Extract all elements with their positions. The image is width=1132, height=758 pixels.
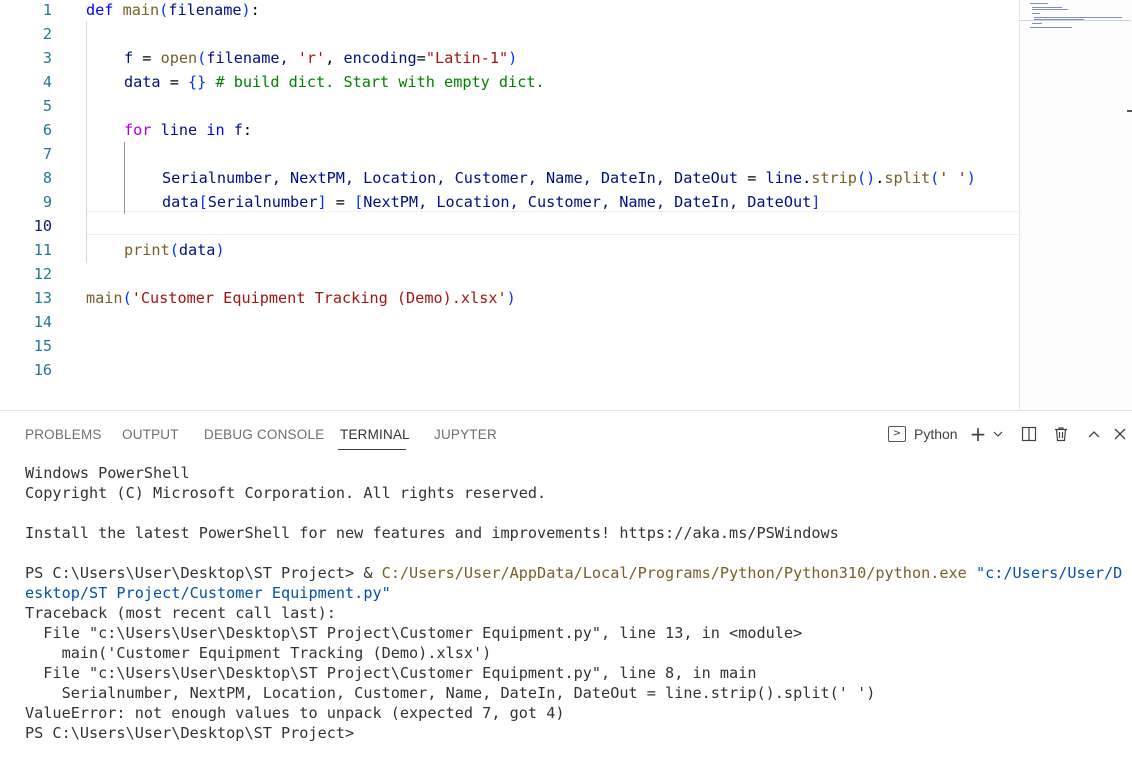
line-number: 14 (33, 313, 52, 331)
terminal-command-line: PS C:\Users\User\Desktop\ST Project> & C… (25, 564, 1123, 602)
line-number: 16 (33, 361, 52, 379)
terminal-output[interactable]: Windows PowerShell Copyright (C) Microso… (25, 463, 1130, 743)
line-number: 6 (42, 121, 52, 139)
code-line-1: def main(filename): (86, 1, 260, 19)
tab-problems[interactable]: PROBLEMS (25, 427, 102, 442)
tab-output[interactable]: OUTPUT (122, 427, 179, 442)
code-line-8: Serialnumber, NextPM, Location, Customer… (162, 169, 976, 187)
terminal-line: Traceback (most recent call last): (25, 604, 336, 622)
minimap[interactable] (1019, 0, 1132, 410)
current-line-highlight (86, 211, 1018, 235)
line-number: 2 (42, 25, 52, 43)
chevron-down-icon[interactable] (990, 423, 1006, 445)
minimap-line (1032, 13, 1040, 14)
line-number: 1 (42, 1, 52, 19)
minimap-line (1032, 9, 1068, 10)
line-number: 5 (42, 97, 52, 115)
terminal-line: File "c:\Users\User\Desktop\ST Project\C… (25, 664, 757, 682)
terminal-line: Copyright (C) Microsoft Corporation. All… (25, 484, 547, 502)
minimap-line (1030, 27, 1072, 28)
line-number: 3 (42, 49, 52, 67)
line-number: 15 (33, 337, 52, 355)
code-line-6: for line in f: (124, 121, 253, 139)
terminal-prompt: PS C:\Users\User\Desktop\ST Project> (25, 724, 355, 742)
split-icon[interactable] (1018, 423, 1040, 445)
minimap-line (1034, 17, 1122, 18)
trash-icon[interactable] (1050, 423, 1072, 445)
code-editor[interactable]: 1 2 3 4 5 6 7 8 9 10 11 12 13 14 15 16 d… (0, 0, 1132, 410)
terminal-label: Python (914, 426, 958, 442)
minimap-line (1032, 7, 1062, 8)
tab-jupyter[interactable]: JUPYTER (434, 427, 497, 442)
code-line-9: data[Serialnumber] = [NextPM, Location, … (162, 193, 821, 211)
line-number: 13 (33, 289, 52, 307)
bottom-panel: PROBLEMS OUTPUT DEBUG CONSOLE TERMINAL J… (0, 410, 1132, 758)
close-icon[interactable] (1110, 423, 1130, 445)
terminal-line: Install the latest PowerShell for new fe… (25, 524, 839, 542)
line-number: 11 (33, 241, 52, 259)
tab-terminal[interactable]: TERMINAL (340, 427, 410, 442)
terminal-line: main('Customer Equipment Tracking (Demo)… (25, 644, 492, 662)
indent-guide (86, 22, 87, 262)
code-line-13: main('Customer Equipment Tracking (Demo)… (86, 289, 516, 307)
chevron-up-icon[interactable] (1084, 423, 1104, 445)
line-number: 4 (42, 73, 52, 91)
line-number: 7 (42, 145, 52, 163)
minimap-line (1032, 23, 1042, 24)
code-line-4: data = {} # build dict. Start with empty… (124, 73, 545, 91)
tab-debug-console[interactable]: DEBUG CONSOLE (204, 427, 324, 442)
plus-icon[interactable]: + (968, 422, 988, 446)
minimap-line (1030, 3, 1048, 4)
line-number-active: 10 (33, 217, 52, 235)
terminal-icon: > (888, 426, 906, 442)
terminal-selector[interactable]: > Python (888, 423, 958, 445)
terminal-error-line: ValueError: not enough values to unpack … (25, 704, 565, 722)
indent-guide-active (124, 142, 125, 214)
terminal-line: File "c:\Users\User\Desktop\ST Project\C… (25, 624, 803, 642)
terminal-line: Windows PowerShell (25, 464, 190, 482)
line-number: 9 (42, 193, 52, 211)
code-line-3: f = open(filename, 'r', encoding="Latin-… (124, 49, 518, 67)
terminal-line: Serialnumber, NextPM, Location, Customer… (25, 684, 876, 702)
active-tab-indicator (338, 449, 406, 450)
minimap-current-line (1020, 20, 1130, 21)
overview-ruler-marker (1127, 110, 1132, 112)
line-number: 8 (42, 169, 52, 187)
line-number: 12 (33, 265, 52, 283)
code-line-11: print(data) (124, 241, 225, 259)
